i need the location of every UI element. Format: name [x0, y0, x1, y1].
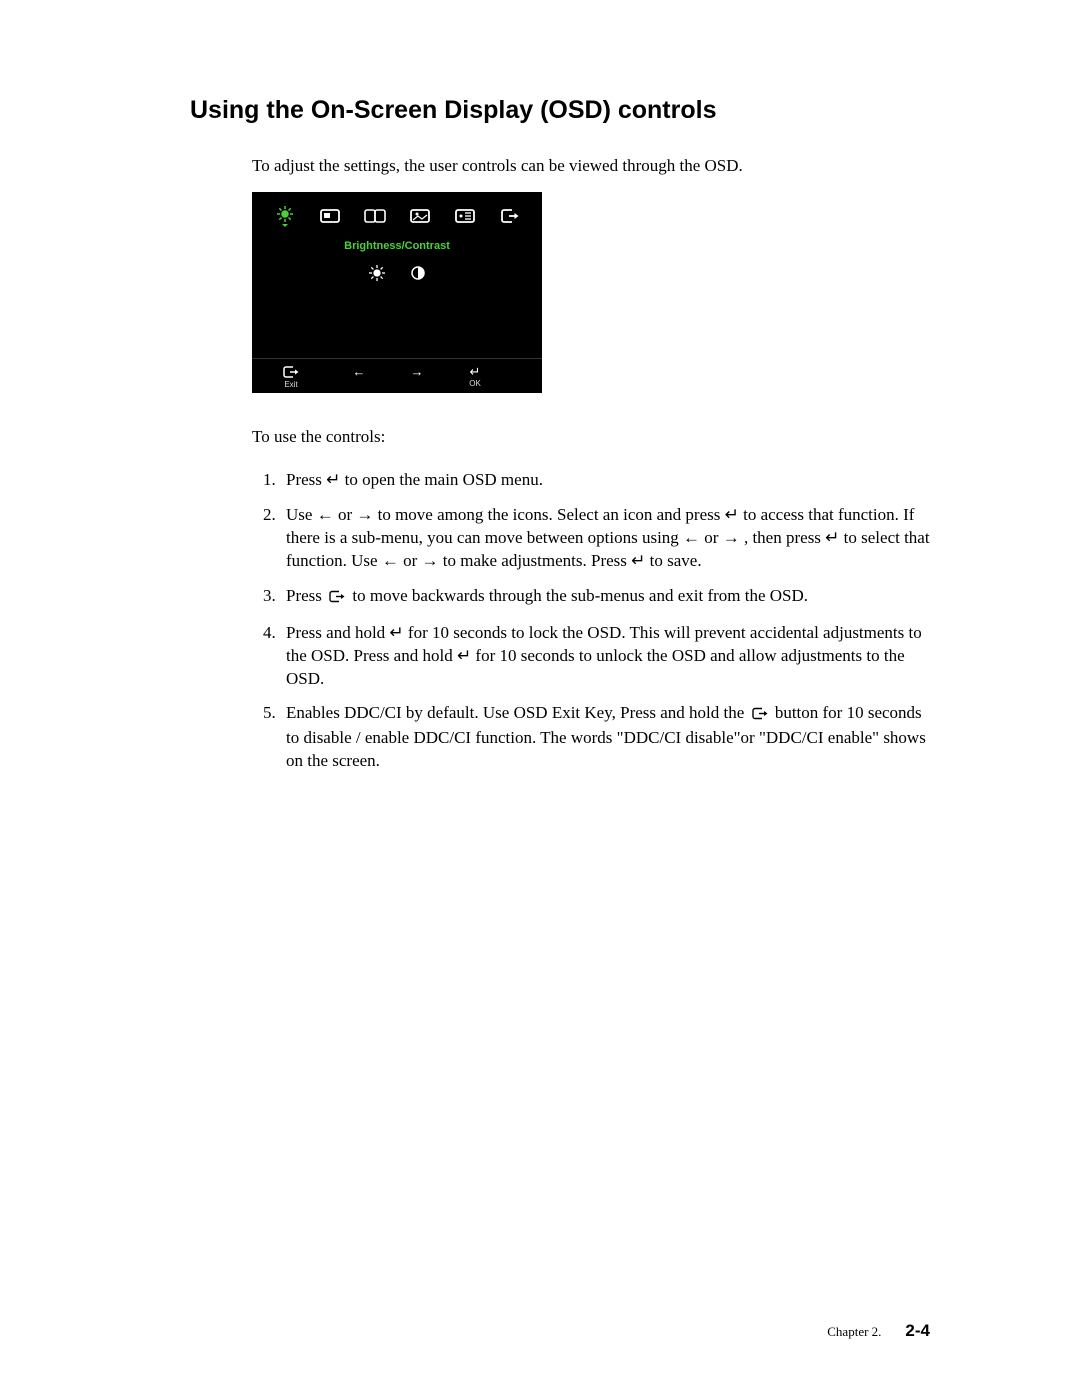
step-2: Use ← or → to move among the icons. Sele…	[280, 504, 930, 573]
osd-selected-label: Brightness/Contrast	[252, 230, 542, 260]
image-setup-icon	[352, 208, 397, 224]
osd-sub-icon-row	[252, 260, 542, 294]
step-5-text-a: Enables DDC/CI by default. Use OSD Exit …	[286, 703, 749, 722]
step-3-text-b: to move backwards through the sub-menus …	[348, 586, 808, 605]
steps-list: Press ↵ to open the main OSD menu. Use ←…	[252, 469, 930, 773]
options-icon	[442, 208, 487, 224]
intro-paragraph: To adjust the settings, the user control…	[252, 155, 930, 178]
footer-chapter: Chapter 2.	[827, 1324, 881, 1340]
arrow-left-icon: ←	[353, 365, 366, 378]
osd-nav-right: →	[388, 365, 446, 389]
osd-nav-row: Exit ← → ↵ OK	[252, 358, 542, 393]
step-5: Enables DDC/CI by default. Use OSD Exit …	[280, 702, 930, 773]
section-heading: Using the On-Screen Display (OSD) contro…	[190, 96, 930, 125]
exit-menu-icon	[487, 208, 532, 224]
page-footer: Chapter 2. 2-4	[827, 1321, 930, 1341]
osd-nav-left: ←	[330, 365, 388, 389]
osd-nav-ok-label: OK	[469, 379, 481, 388]
arrow-right-icon: →	[411, 365, 424, 378]
position-icon	[307, 208, 352, 224]
exit-icon	[328, 587, 346, 610]
exit-icon	[751, 704, 769, 727]
osd-top-icon-row	[252, 202, 542, 230]
osd-figure: Brightness/Contrast	[252, 192, 930, 393]
step-4: Press and hold ↵ for 10 seconds to lock …	[280, 622, 930, 691]
osd-body-area	[252, 294, 542, 358]
image-properties-icon	[397, 208, 442, 224]
osd-panel: Brightness/Contrast	[252, 192, 542, 393]
osd-nav-exit-label: Exit	[284, 380, 297, 389]
brightness-sub-icon	[368, 264, 386, 282]
step-3: Press to move backwards through the sub-…	[280, 585, 930, 610]
brightness-icon	[262, 204, 307, 228]
step-3-text-a: Press	[286, 586, 326, 605]
contrast-sub-icon	[410, 265, 426, 281]
footer-page-number: 2-4	[905, 1321, 930, 1341]
osd-nav-ok: ↵ OK	[446, 365, 504, 389]
step-1: Press ↵ to open the main OSD menu.	[280, 469, 930, 492]
to-use-controls-label: To use the controls:	[252, 427, 930, 447]
document-page: Using the On-Screen Display (OSD) contro…	[0, 0, 1080, 1397]
enter-icon: ↵	[470, 365, 481, 378]
osd-nav-exit: Exit	[252, 365, 330, 389]
